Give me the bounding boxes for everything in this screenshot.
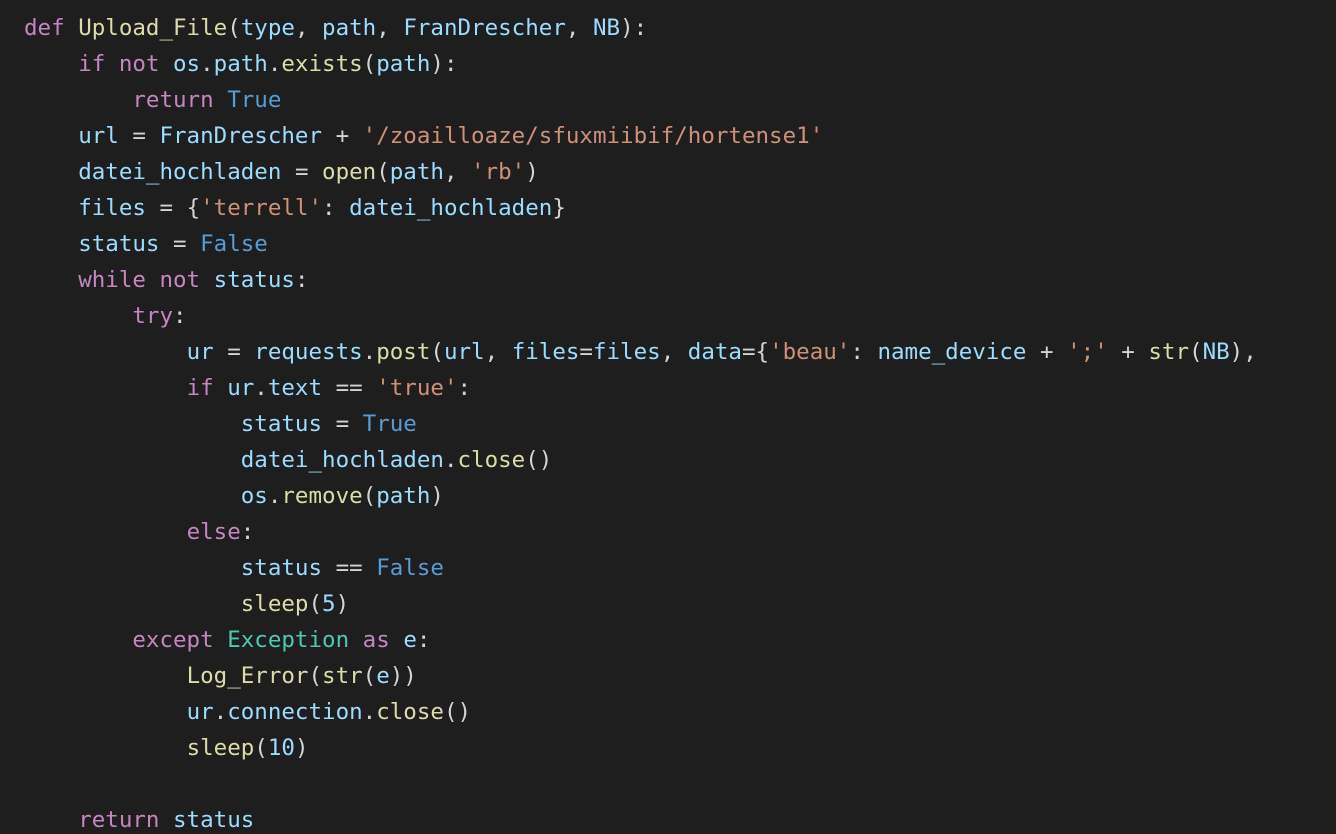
string: 'terrell' <box>200 195 322 221</box>
op-eq: == <box>336 555 363 581</box>
ident: ur <box>187 699 214 725</box>
keyword-not: not <box>159 267 200 293</box>
ident: url <box>78 123 119 149</box>
ident: datei_hochladen <box>78 159 281 185</box>
ident: os <box>173 51 200 77</box>
ident: e <box>403 627 417 653</box>
call: exists <box>281 51 362 77</box>
keyword-if: if <box>187 375 214 401</box>
keyword-try: try <box>132 303 173 329</box>
param: NB <box>593 15 620 41</box>
bool: True <box>363 411 417 437</box>
ident: requests <box>254 339 362 365</box>
keyword-def: def <box>24 15 65 41</box>
keyword-else: else <box>187 519 241 545</box>
arg: path <box>390 159 444 185</box>
op-plus: + <box>1040 339 1054 365</box>
ident: ur <box>187 339 214 365</box>
keyword-return: return <box>78 807 159 833</box>
call: sleep <box>241 591 309 617</box>
ident: name_device <box>877 339 1026 365</box>
call: close <box>376 699 444 725</box>
ident: ur <box>227 375 254 401</box>
keyword-if: if <box>78 51 105 77</box>
call: Log_Error <box>187 663 309 689</box>
string: ';' <box>1067 339 1108 365</box>
ident: connection <box>227 699 362 725</box>
keyword-return: return <box>132 87 213 113</box>
call: str <box>322 663 363 689</box>
arg: url <box>444 339 485 365</box>
ident: datei_hochladen <box>241 447 444 473</box>
param: FranDrescher <box>403 15 566 41</box>
call: open <box>322 159 376 185</box>
ident: path <box>214 51 268 77</box>
number: 10 <box>268 735 295 761</box>
ident: status <box>241 555 322 581</box>
call: str <box>1148 339 1189 365</box>
ident: status <box>78 231 159 257</box>
kwarg: data <box>688 339 742 365</box>
param: type <box>241 15 295 41</box>
ident: status <box>173 807 254 833</box>
op-eq: == <box>336 375 363 401</box>
ident: status <box>214 267 295 293</box>
number: 5 <box>322 591 336 617</box>
arg: NB <box>1203 339 1230 365</box>
ident: FranDrescher <box>159 123 322 149</box>
function-name: Upload_File <box>78 15 227 41</box>
keyword-not: not <box>119 51 160 77</box>
ident: status <box>241 411 322 437</box>
arg: path <box>376 51 430 77</box>
code-block: def Upload_File(type, path, FranDrescher… <box>0 0 1336 834</box>
string: 'rb' <box>471 159 525 185</box>
call: close <box>458 447 526 473</box>
string: 'beau' <box>769 339 850 365</box>
string: 'true' <box>376 375 457 401</box>
arg: files <box>593 339 661 365</box>
ident: files <box>78 195 146 221</box>
call: remove <box>281 483 362 509</box>
op-plus: + <box>336 123 350 149</box>
bool: False <box>200 231 268 257</box>
bool: True <box>227 87 281 113</box>
call: post <box>376 339 430 365</box>
kwarg: files <box>512 339 580 365</box>
param: path <box>322 15 376 41</box>
ident: text <box>268 375 322 401</box>
arg: e <box>376 663 390 689</box>
keyword-as: as <box>363 627 390 653</box>
ident: os <box>241 483 268 509</box>
class-name: Exception <box>227 627 349 653</box>
bool: False <box>376 555 444 581</box>
op-plus: + <box>1121 339 1135 365</box>
ident: datei_hochladen <box>349 195 552 221</box>
call: sleep <box>187 735 255 761</box>
keyword-while: while <box>78 267 146 293</box>
string: '/zoailloaze/sfuxmiibif/hortense1' <box>363 123 824 149</box>
keyword-except: except <box>132 627 213 653</box>
arg: path <box>376 483 430 509</box>
